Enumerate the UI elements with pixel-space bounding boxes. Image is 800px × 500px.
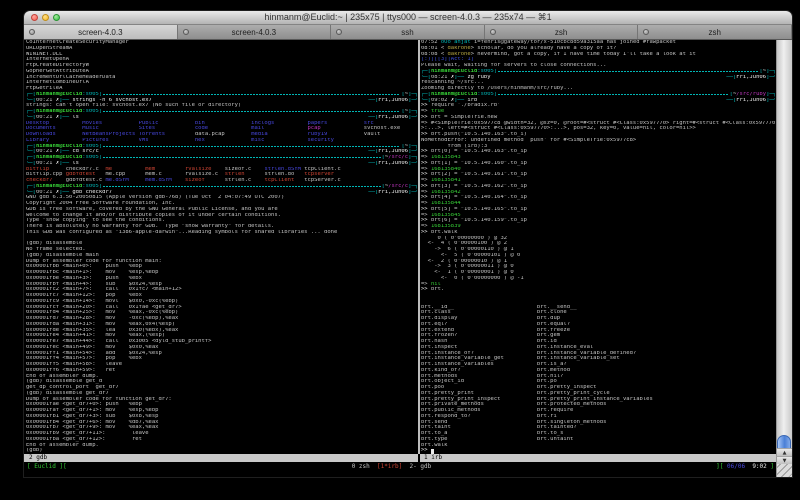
tab-zsh[interactable]: zsh: [485, 25, 639, 39]
status-clock: ][ 06/06 9:02 ]: [716, 462, 776, 471]
window-title: hinmanm@Euclid:~ | 235x75 | ttys000 — sc…: [24, 12, 792, 23]
terminal-window: hinmanm@Euclid:~ | 235x75 | ttys000 — sc…: [24, 11, 792, 477]
window-titlebar[interactable]: hinmanm@Euclid:~ | 235x75 | ttys000 — sc…: [24, 11, 792, 25]
tab-close-icon[interactable]: [643, 29, 649, 35]
tab-ssh[interactable]: ssh: [331, 25, 485, 39]
scrollbar-track[interactable]: [776, 40, 792, 448]
screen-caption-left: 2 gdb: [24, 454, 418, 462]
close-button[interactable]: [31, 14, 38, 21]
tab-close-icon[interactable]: [183, 29, 189, 35]
tab-label: screen-4.0.3: [232, 28, 276, 37]
tab-screen-4.0.3[interactable]: screen-4.0.3: [178, 25, 332, 39]
traffic-lights: [31, 14, 60, 21]
screen-caption-right: 1 irb: [420, 454, 776, 462]
screen-status-line: [ Euclid ][ 0 zsh [1*irb] 2- gdb ][ 06/0…: [24, 462, 776, 471]
tab-close-icon[interactable]: [336, 29, 342, 35]
tab-label: screen-4.0.3: [78, 28, 122, 37]
terminal-pane-left[interactable]: CoInternetCreateSecurityManagerURLOpenSt…: [26, 40, 418, 454]
status-hostname: [ Euclid ][: [24, 462, 67, 471]
tab-label: ssh: [401, 28, 413, 37]
tab-close-icon[interactable]: [490, 29, 496, 35]
status-window-list: 0 zsh [1*irb] 2- gdb: [67, 462, 716, 471]
tab-screen-4.0.3[interactable]: screen-4.0.3: [24, 25, 178, 39]
scroll-up-icon[interactable]: ▲: [776, 448, 792, 456]
tab-bar: screen-4.0.3 screen-4.0.3 ssh zsh zsh: [24, 25, 792, 40]
text-cursor: [431, 449, 434, 454]
scroll-down-icon[interactable]: ▼: [776, 456, 792, 464]
tab-label: zsh: [708, 28, 720, 37]
resize-grip-icon[interactable]: [776, 464, 792, 477]
tab-label: zsh: [555, 28, 567, 37]
terminal-pane-right[interactable]: 07:52 oOo anjat i=fenris@gateway/tor/x-5…: [421, 40, 776, 454]
tab-close-icon[interactable]: [29, 29, 35, 35]
zoom-button[interactable]: [53, 14, 60, 21]
minimize-button[interactable]: [42, 14, 49, 21]
pane-divider: [418, 40, 420, 454]
desktop: hinmanm@Euclid:~ | 235x75 | ttys000 — sc…: [0, 0, 800, 500]
tab-zsh[interactable]: zsh: [638, 25, 792, 39]
